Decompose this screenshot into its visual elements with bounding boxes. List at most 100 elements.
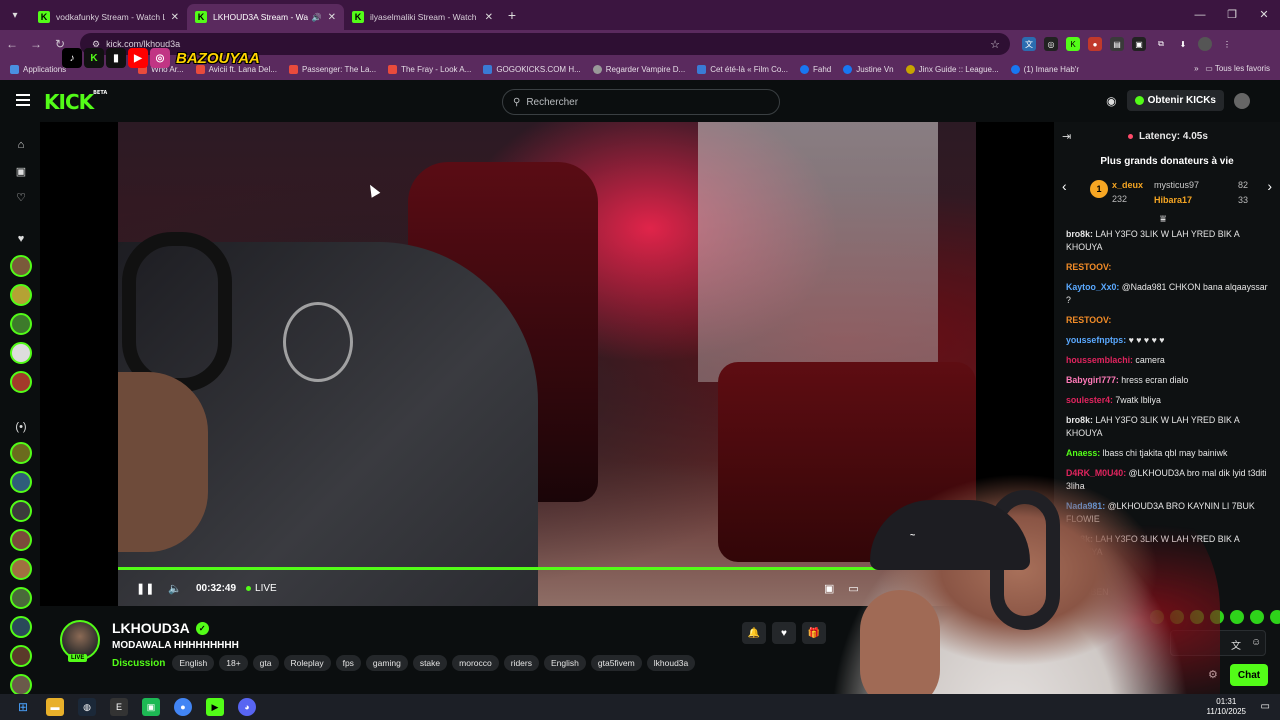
browser-tab[interactable]: K vodkafunky Stream - Watch Live ✕ bbox=[30, 4, 187, 30]
follow-heart-icon[interactable]: ♥ bbox=[772, 622, 796, 644]
new-tab-button[interactable]: + bbox=[501, 7, 523, 23]
speaker-icon[interactable]: 🔊 bbox=[312, 13, 322, 22]
chrome-icon[interactable]: ● bbox=[174, 698, 192, 716]
bookmark-item[interactable]: The Fray - Look A... bbox=[388, 64, 471, 74]
chat-username[interactable]: Anaess: bbox=[1066, 448, 1100, 458]
tag-chip[interactable]: gaming bbox=[365, 655, 408, 671]
following-icon[interactable]: ♡ bbox=[10, 186, 32, 208]
volume-icon[interactable]: 🔈 bbox=[166, 582, 184, 595]
tag-chip[interactable]: morocco bbox=[452, 655, 499, 671]
notification-bell-icon[interactable]: 🔔 bbox=[742, 622, 766, 644]
category-link[interactable]: Discussion bbox=[112, 658, 165, 669]
browse-icon[interactable]: ▣ bbox=[10, 160, 32, 182]
tag-chip[interactable]: English bbox=[172, 655, 215, 671]
extension-icon[interactable]: ▤ bbox=[1110, 37, 1124, 51]
forward-icon[interactable]: → bbox=[24, 37, 48, 51]
bookmark-item[interactable]: GOGOKICKS.COM H... bbox=[483, 64, 581, 74]
chat-username[interactable]: Babygirl777: bbox=[1066, 375, 1119, 385]
translate-icon[interactable]: 文 bbox=[1231, 637, 1241, 652]
home-icon[interactable]: ⌂ bbox=[10, 134, 32, 156]
restore-icon[interactable]: ❐ bbox=[1216, 0, 1248, 30]
tag-chip[interactable]: lkhoud3a bbox=[646, 655, 696, 671]
file-explorer-icon[interactable]: ▬ bbox=[46, 698, 64, 716]
bookmark-item[interactable]: Jinx Guide :: League... bbox=[905, 64, 999, 74]
chat-username[interactable]: youssefnptps: bbox=[1066, 335, 1126, 345]
bookmark-item[interactable]: Passenger: The La... bbox=[288, 64, 376, 74]
bookmark-item[interactable]: Justine Vn bbox=[843, 64, 894, 74]
favorites-heart-icon[interactable]: ♥ bbox=[10, 228, 32, 250]
kick-app-icon[interactable]: ▶ bbox=[206, 698, 224, 716]
live-channels-icon[interactable]: (•) bbox=[10, 416, 32, 438]
profile-icon[interactable] bbox=[1198, 37, 1212, 51]
bookmark-item[interactable]: Fahd bbox=[800, 64, 831, 74]
close-tab-icon[interactable]: ✕ bbox=[328, 12, 336, 23]
discord-icon[interactable]: ◕ bbox=[238, 698, 256, 716]
tab-search-icon[interactable]: ▾ bbox=[0, 0, 30, 30]
emoji-icon[interactable]: ☺ bbox=[1251, 637, 1261, 648]
donor-name[interactable]: x_deux bbox=[1112, 180, 1143, 190]
recommended-channel-avatar[interactable] bbox=[10, 500, 32, 522]
live-indicator[interactable]: LIVE bbox=[246, 583, 277, 594]
chat-username[interactable]: RESTOOV: bbox=[1066, 262, 1111, 272]
tag-chip[interactable]: English bbox=[544, 655, 586, 671]
recommended-channel-avatar[interactable] bbox=[10, 529, 32, 551]
app-icon[interactable]: ▣ bbox=[142, 698, 160, 716]
tag-chip[interactable]: stake bbox=[412, 655, 448, 671]
chevron-right-icon[interactable]: › bbox=[1267, 178, 1272, 194]
recommended-channel-avatar[interactable] bbox=[10, 616, 32, 638]
chat-username[interactable]: houssemblachi: bbox=[1066, 355, 1133, 365]
tag-chip[interactable]: Roleplay bbox=[283, 655, 331, 671]
tag-chip[interactable]: gta5fivem bbox=[590, 655, 642, 671]
windows-start-icon[interactable]: ⊞ bbox=[14, 698, 32, 716]
more-menu-icon[interactable]: ⋮ bbox=[1220, 37, 1234, 51]
recommended-channel-avatar[interactable] bbox=[10, 587, 32, 609]
recommended-channel-avatar[interactable] bbox=[10, 471, 32, 493]
collapse-chat-icon[interactable]: ⇥ bbox=[1062, 130, 1071, 143]
bookmark-item[interactable]: Cet été-là « Film Co... bbox=[697, 64, 788, 74]
emote-icon[interactable] bbox=[1270, 610, 1280, 624]
followed-channel-avatar[interactable] bbox=[10, 313, 32, 335]
emote-icon[interactable] bbox=[1250, 610, 1264, 624]
extension-icon[interactable]: ● bbox=[1088, 37, 1102, 51]
chat-username[interactable]: RESTOOV: bbox=[1066, 315, 1111, 325]
donor-name[interactable]: mysticus97 bbox=[1154, 180, 1199, 190]
epic-games-icon[interactable]: E bbox=[110, 698, 128, 716]
followed-channel-avatar[interactable] bbox=[10, 371, 32, 393]
get-kicks-button[interactable]: Obtenir KICKs bbox=[1126, 90, 1224, 111]
chat-send-button[interactable]: Chat bbox=[1230, 664, 1268, 686]
bookmark-item[interactable]: (1) Imane Hab'r bbox=[1010, 64, 1079, 74]
bookmark-item[interactable]: Applications bbox=[10, 64, 66, 74]
followed-channel-avatar[interactable] bbox=[10, 342, 32, 364]
chevron-left-icon[interactable]: ‹ bbox=[1062, 178, 1067, 194]
taskbar-clock[interactable]: 01:31 11/10/2025 bbox=[1207, 697, 1246, 717]
tag-chip[interactable]: fps bbox=[335, 655, 361, 671]
back-icon[interactable]: ← bbox=[0, 37, 24, 51]
donor-name[interactable]: Hibara17 bbox=[1154, 195, 1192, 205]
notifications-icon[interactable]: ◉ bbox=[1106, 94, 1116, 108]
bookmark-item[interactable]: Regarder Vampire D... bbox=[592, 64, 685, 74]
tag-chip[interactable]: gta bbox=[252, 655, 279, 671]
pinned-message-icon[interactable]: ⩸ bbox=[1160, 214, 1166, 225]
bookmark-star-icon[interactable]: ☆ bbox=[990, 38, 1000, 51]
chat-username[interactable]: Kaytoo_Xx0: bbox=[1066, 282, 1119, 292]
channel-name[interactable]: LKHOUD3A ✓ bbox=[112, 620, 209, 636]
browser-tab-active[interactable]: K LKHOUD3A Stream - Watch Live 🔊 ✕ bbox=[187, 4, 344, 30]
followed-channel-avatar[interactable] bbox=[10, 255, 32, 277]
emote-icon[interactable] bbox=[1230, 610, 1244, 624]
extension-icon[interactable]: ◎ bbox=[1044, 37, 1058, 51]
menu-icon[interactable] bbox=[16, 94, 30, 109]
tag-chip[interactable]: riders bbox=[503, 655, 539, 671]
kick-extension-icon[interactable]: K bbox=[1066, 37, 1080, 51]
followed-channel-avatar[interactable] bbox=[10, 284, 32, 306]
chat-username[interactable]: soulester4: bbox=[1066, 395, 1113, 405]
recommended-channel-avatar[interactable] bbox=[10, 442, 32, 464]
downloads-icon[interactable]: ⬇ bbox=[1176, 37, 1190, 51]
kick-logo[interactable]: KICKBETA bbox=[44, 90, 107, 114]
steam-icon[interactable]: ◍ bbox=[78, 698, 96, 716]
chat-username[interactable]: bro8k: bbox=[1066, 415, 1093, 425]
tag-chip[interactable]: 18+ bbox=[219, 655, 248, 671]
notification-center-icon[interactable]: ▭ bbox=[1261, 701, 1270, 712]
close-window-icon[interactable]: ✕ bbox=[1248, 0, 1280, 30]
recommended-channel-avatar[interactable] bbox=[10, 645, 32, 667]
search-input[interactable]: ⚲ Rechercher bbox=[502, 89, 780, 115]
